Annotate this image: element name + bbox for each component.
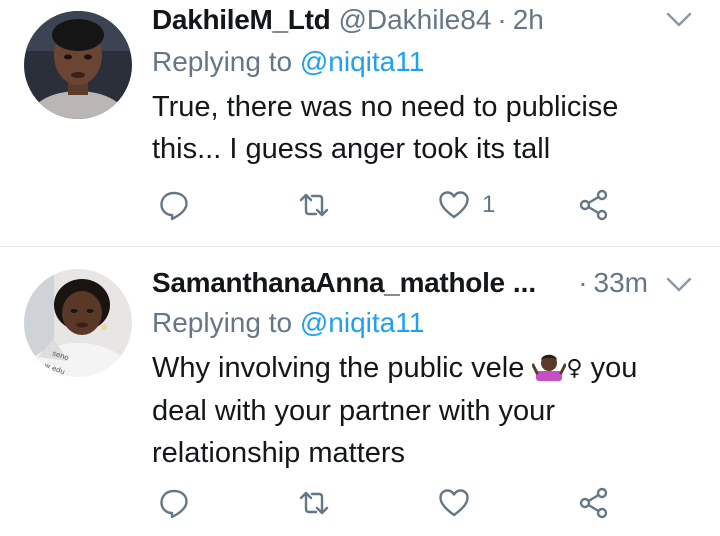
tweet-text-segment: Why involving the public vele xyxy=(152,352,533,384)
separator-dot: · xyxy=(497,4,507,35)
avatar[interactable]: seno w edu xyxy=(24,269,132,377)
chevron-down-icon[interactable] xyxy=(666,277,692,293)
tweet-text-line: relationship matters xyxy=(152,437,406,469)
like-button[interactable] xyxy=(438,483,470,523)
reply-button[interactable] xyxy=(158,483,190,523)
retweet-button[interactable] xyxy=(298,483,330,523)
replying-to: Replying to @niqita11 xyxy=(152,307,424,339)
heart-icon xyxy=(439,489,469,517)
share-icon xyxy=(579,487,608,519)
tweet-text: True, there was no need to publicise thi… xyxy=(152,86,672,170)
mention-link[interactable]: @niqita11 xyxy=(300,46,424,77)
share-icon xyxy=(579,189,608,221)
reply-icon xyxy=(160,191,188,221)
display-name[interactable]: DakhileM_Ltd xyxy=(152,4,331,36)
tweet-text: Why involving the public vele ♀ you deal… xyxy=(152,347,672,474)
share-button[interactable] xyxy=(578,185,610,225)
tweet[interactable]: DakhileM_Ltd @Dakhile84 · 2h Replying to… xyxy=(0,0,720,246)
reply-button[interactable] xyxy=(158,185,190,225)
replying-to-label: Replying to xyxy=(152,307,300,338)
chevron-down-icon[interactable] xyxy=(666,12,692,28)
tweet-text-segment: you xyxy=(582,352,638,384)
tweet-text-line: Why involving the public vele ♀ you xyxy=(152,347,672,390)
female-sign-glyph: ♀ xyxy=(566,356,583,381)
tweet-text-line: True, there was no need to publicise xyxy=(152,91,619,123)
tweet-text-line: this... I guess anger took its tall xyxy=(152,133,551,165)
retweet-icon xyxy=(299,193,329,217)
tweet-header: DakhileM_Ltd @Dakhile84 · 2h xyxy=(152,0,696,40)
tweet-header: SamanthanaAnna_mathole ... · 33m xyxy=(152,263,696,303)
like-count: 1 xyxy=(482,191,496,218)
share-button[interactable] xyxy=(578,483,610,523)
tweet-text-line: deal with your partner with your xyxy=(152,395,555,427)
like-button[interactable]: 1 xyxy=(438,185,495,225)
display-name[interactable]: SamanthanaAnna_mathole xyxy=(152,267,505,299)
woman-shrugging-emoji xyxy=(532,354,567,381)
replying-to: Replying to @niqita11 xyxy=(152,46,424,78)
user-handle[interactable]: @Dakhile84 xyxy=(338,4,491,36)
name-truncation: ... xyxy=(512,267,537,298)
mention-link[interactable]: @niqita11 xyxy=(300,307,424,338)
tweet[interactable]: seno w edu SamanthanaAnna_mathole ... · … xyxy=(0,247,720,536)
heart-icon xyxy=(439,191,469,219)
separator-dot: · xyxy=(578,267,588,298)
retweet-icon xyxy=(299,491,329,515)
action-bar xyxy=(152,483,632,523)
timestamp[interactable]: 33m xyxy=(594,267,648,299)
avatar[interactable] xyxy=(24,11,132,119)
timestamp[interactable]: 2h xyxy=(513,4,544,36)
retweet-button[interactable] xyxy=(298,185,330,225)
reply-icon xyxy=(160,489,188,519)
action-bar: 1 xyxy=(152,185,632,225)
replying-to-label: Replying to xyxy=(152,46,300,77)
